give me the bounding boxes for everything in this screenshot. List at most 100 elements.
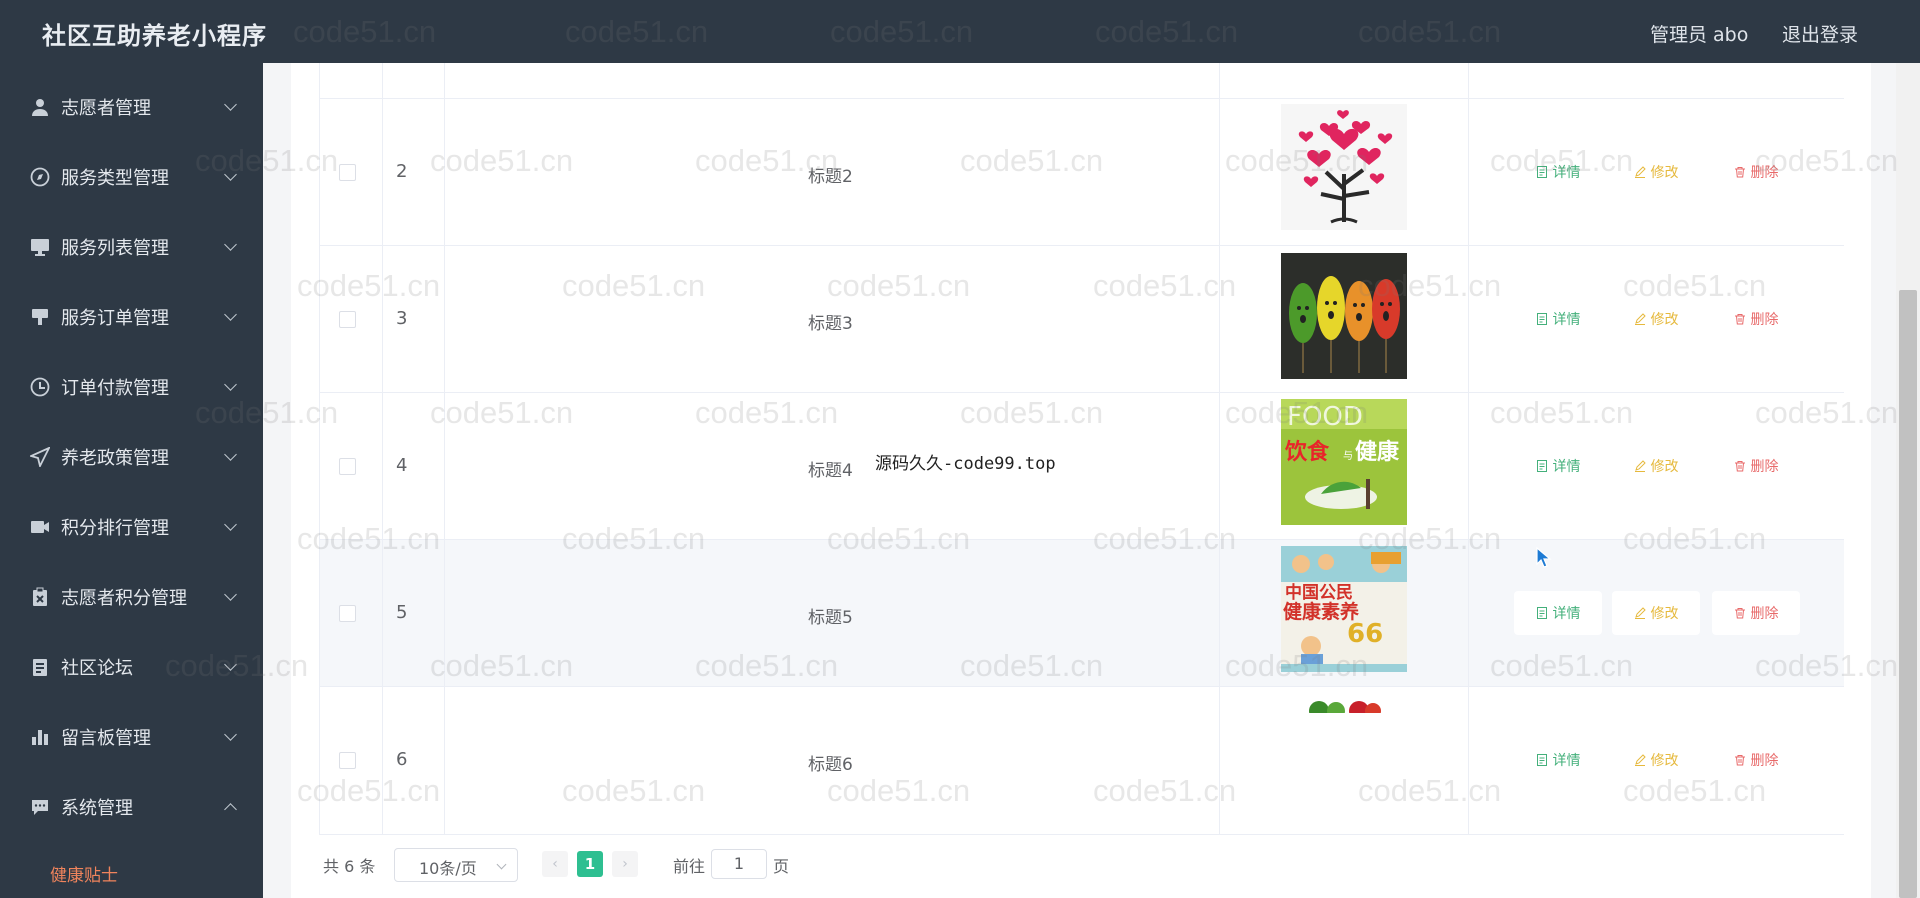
- trash-icon: [1734, 314, 1745, 325]
- chevron-down-icon: [224, 238, 237, 251]
- delete-button[interactable]: 删除: [1712, 297, 1800, 341]
- row-checkbox[interactable]: [339, 164, 356, 181]
- row-title: 标题6: [808, 755, 853, 775]
- sidebar-item-service-order[interactable]: 服务订单管理: [0, 282, 263, 352]
- edit-label: 修改: [1650, 165, 1679, 181]
- delete-button[interactable]: 删除: [1712, 444, 1800, 488]
- clock-icon: [28, 375, 52, 399]
- row-index: 3: [396, 308, 408, 329]
- trash-icon: [1734, 608, 1745, 619]
- sidebar-item-service-list[interactable]: 服务列表管理: [0, 212, 263, 282]
- sidebar-item-label: 系统管理: [61, 798, 133, 819]
- sidebar-item-order-payment[interactable]: 订单付款管理: [0, 352, 263, 422]
- pencil-icon: [1634, 754, 1646, 766]
- sidebar-item-volunteer[interactable]: 志愿者管理: [0, 72, 263, 142]
- chevron-down-icon: [224, 588, 237, 601]
- table-row: 6 标题6 详情 修改 删除: [320, 687, 1844, 835]
- pencil-icon: [1634, 607, 1646, 619]
- detail-label: 详情: [1552, 753, 1581, 769]
- sidebar-item-elderly-policy[interactable]: 养老政策管理: [0, 422, 263, 492]
- edit-button[interactable]: 修改: [1612, 297, 1700, 341]
- sidebar-item-service-type[interactable]: 服务类型管理: [0, 142, 263, 212]
- row-checkbox[interactable]: [339, 311, 356, 328]
- detail-button[interactable]: 详情: [1514, 297, 1602, 341]
- prev-page-button[interactable]: ‹: [542, 851, 568, 877]
- detail-label: 详情: [1552, 459, 1581, 475]
- health-literacy-book-image: 中国公民 健康素养 66: [1281, 546, 1407, 672]
- table-row-partial: [320, 63, 1844, 99]
- delete-label: 删除: [1750, 165, 1779, 181]
- monitor-icon: [28, 235, 52, 259]
- sidebar-item-label: 社区论坛: [61, 658, 133, 679]
- sidebar-item-label: 积分排行管理: [61, 518, 169, 539]
- sidebar-item-label: 志愿者积分管理: [61, 588, 187, 609]
- goto-page-input[interactable]: 1: [711, 849, 767, 879]
- detail-label: 详情: [1552, 606, 1581, 622]
- detail-button[interactable]: 详情: [1514, 738, 1602, 782]
- detail-label: 详情: [1552, 165, 1581, 181]
- edit-label: 修改: [1650, 606, 1679, 622]
- pencil-icon: [1634, 460, 1646, 472]
- admin-label: 管理员 abo: [1650, 24, 1749, 46]
- sidebar-item-label: 服务类型管理: [61, 168, 169, 189]
- page-size-value: 10条/页: [419, 859, 477, 878]
- sidebar-item-message-board[interactable]: 留言板管理: [0, 702, 263, 772]
- edit-button[interactable]: 修改: [1612, 738, 1700, 782]
- page-number-button[interactable]: 1: [577, 851, 603, 877]
- chevron-down-icon: [224, 728, 237, 741]
- sidebar-item-system[interactable]: 系统管理: [0, 772, 263, 842]
- delete-label: 删除: [1750, 753, 1779, 769]
- table-row: 4 标题4 FOOD 饮食 与 健康 详情 修改 删除: [320, 393, 1844, 540]
- stamp-icon: [28, 305, 52, 329]
- delete-button[interactable]: 删除: [1712, 150, 1800, 194]
- svg-text:健康: 健康: [1355, 439, 1400, 465]
- chevron-down-icon: [224, 448, 237, 461]
- document-icon: [28, 655, 52, 679]
- sidebar-item-forum[interactable]: 社区论坛: [0, 632, 263, 702]
- edit-label: 修改: [1650, 312, 1679, 328]
- chevron-down-icon: [224, 168, 237, 181]
- send-icon: [28, 445, 52, 469]
- delete-button[interactable]: 删除: [1712, 591, 1800, 635]
- camera-icon: [28, 515, 52, 539]
- next-page-button[interactable]: ›: [612, 851, 638, 877]
- sidebar-item-label: 留言板管理: [61, 728, 151, 749]
- document-icon: [1536, 313, 1547, 325]
- row-checkbox[interactable]: [339, 458, 356, 475]
- row-title: 标题5: [808, 608, 853, 628]
- svg-text:饮食: 饮食: [1284, 439, 1330, 465]
- food-health-book-image: FOOD 饮食 与 健康: [1281, 399, 1407, 525]
- chevron-down-icon: [224, 658, 237, 671]
- chevron-left-icon: ‹: [552, 856, 558, 872]
- sidebar-item-label: 志愿者管理: [61, 98, 151, 119]
- row-checkbox[interactable]: [339, 752, 356, 769]
- sidebar-item-volunteer-points[interactable]: 志愿者积分管理: [0, 562, 263, 632]
- document-icon: [1536, 166, 1547, 178]
- edit-button[interactable]: 修改: [1612, 591, 1700, 635]
- scrollbar-thumb[interactable]: [1899, 290, 1917, 898]
- svg-text:与: 与: [1343, 450, 1353, 462]
- pencil-icon: [1634, 166, 1646, 178]
- chevron-down-icon: [224, 378, 237, 391]
- data-table: 2 标题2 详情 修改 删除 3 标题3 详情 修改 删除 4 标题4 FOOD…: [319, 63, 1844, 835]
- trash-icon: [1734, 461, 1745, 472]
- sidebar-item-label: 订单付款管理: [61, 378, 169, 399]
- chevron-right-icon: ›: [622, 856, 628, 872]
- chevron-down-icon: [224, 308, 237, 321]
- sidebar-item-points-ranking[interactable]: 积分排行管理: [0, 492, 263, 562]
- vegetables-image: [1281, 697, 1407, 713]
- detail-button[interactable]: 详情: [1514, 150, 1602, 194]
- edit-button[interactable]: 修改: [1612, 150, 1700, 194]
- edit-button[interactable]: 修改: [1612, 444, 1700, 488]
- sidebar-subitem-health-tips[interactable]: 健康贴士: [50, 861, 118, 886]
- logout-button[interactable]: 退出登录: [1782, 20, 1858, 47]
- row-checkbox[interactable]: [339, 605, 356, 622]
- detail-button[interactable]: 详情: [1514, 591, 1602, 635]
- top-header: 社区互助养老小程序 管理员 abo 退出登录: [0, 0, 1920, 63]
- delete-button[interactable]: 删除: [1712, 738, 1800, 782]
- page-size-select[interactable]: 10条/页: [394, 848, 518, 882]
- detail-button[interactable]: 详情: [1514, 444, 1602, 488]
- sidebar-item-label: 服务列表管理: [61, 238, 169, 259]
- delete-label: 删除: [1750, 459, 1779, 475]
- document-icon: [1536, 607, 1547, 619]
